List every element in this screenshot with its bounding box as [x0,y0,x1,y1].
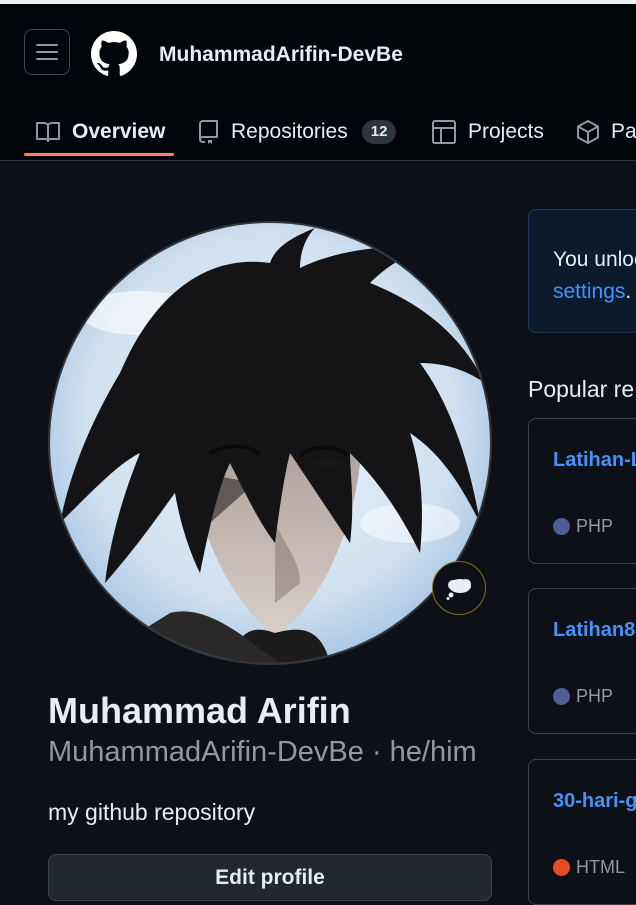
repo-language: HTML [553,857,625,878]
tab-overview[interactable]: Overview [36,110,165,154]
tab-repositories[interactable]: Repositories 12 [199,110,397,154]
repo-language-label: PHP [576,686,614,706]
repo-link[interactable]: Latihan8 [553,619,635,642]
avatar[interactable] [48,221,492,665]
thought-balloon-icon [446,579,471,600]
tab-projects-label: Projects [468,120,544,143]
menu-button[interactable] [24,29,70,75]
repo-language-label: PHP [576,516,614,536]
notice-text: You unloc settings. [553,244,636,308]
repo-language-label: HTML [576,857,625,877]
hamburger-icon [36,44,58,60]
popular-repos-heading: Popular re [528,376,635,402]
avatar-image [50,223,490,663]
repo-link[interactable]: 30-hari-g [553,790,636,813]
tab-overview-label: Overview [72,120,166,143]
notice-message: You unloc [553,248,636,271]
profile-pronouns: he/him [389,736,477,768]
repo-card: Latihan-L PHP [528,418,636,564]
notice-settings-link[interactable]: settings [553,280,625,303]
tab-repositories-label: Repositories [231,120,348,143]
notice-banner: You unloc settings. [528,209,636,333]
package-icon [577,120,599,144]
tab-packages[interactable]: Pa [577,110,636,154]
profile-header: MuhammadArifin-DevBe Overview Repositori… [0,4,636,161]
profile-bio: my github repository [48,799,256,825]
profile-login: MuhammadArifin-DevBe [48,736,364,768]
repo-icon [199,120,218,144]
repo-language: PHP [553,516,613,537]
table-icon [432,120,456,144]
profile-login-line: MuhammadArifin-DevBe · he/him [48,736,477,769]
edit-profile-button[interactable]: Edit profile [48,854,492,901]
active-tab-indicator [24,153,174,156]
language-color-dot [553,688,570,705]
repo-card: 30-hari-g HTML [528,759,636,905]
tab-packages-label: Pa [611,120,636,143]
repo-link[interactable]: Latihan-L [553,449,636,472]
book-icon [36,122,60,142]
repo-language: PHP [553,686,613,707]
language-color-dot [553,518,570,535]
github-logo-icon[interactable] [91,31,137,77]
notice-period: . [625,280,632,303]
tab-projects[interactable]: Projects [432,110,544,154]
set-status-button[interactable] [432,561,486,615]
profile-full-name: Muhammad Arifin [48,690,351,731]
repositories-count-badge: 12 [361,120,397,144]
separator-dot: · [363,736,390,768]
language-color-dot [553,859,570,876]
header-username[interactable]: MuhammadArifin-DevBe [159,43,403,67]
repo-card: Latihan8 PHP [528,588,636,734]
